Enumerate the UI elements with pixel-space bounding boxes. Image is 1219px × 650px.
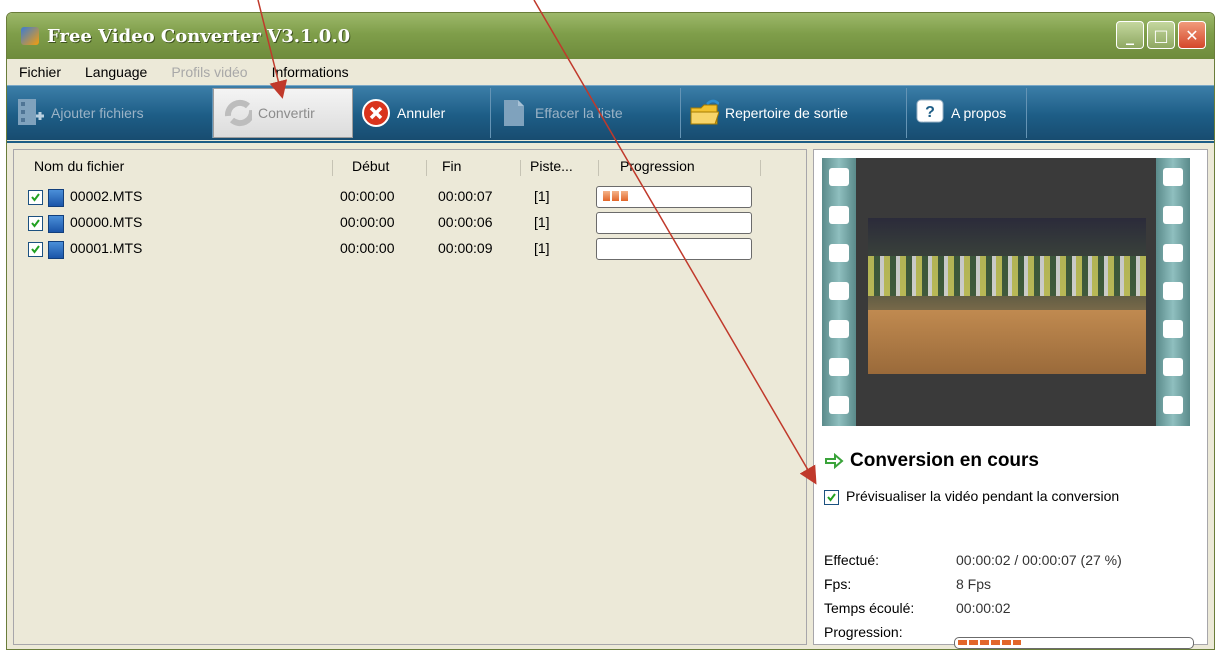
cancel-button[interactable]: Annuler [353,88,491,138]
preview-checkbox[interactable] [824,490,839,505]
progress-segment [603,191,610,201]
row-checkbox[interactable] [28,216,43,231]
video-file-icon [48,215,64,233]
row-start: 00:00:00 [340,214,395,230]
preview-option-label: Prévisualiser la vidéo pendant la conver… [846,488,1120,504]
video-frame [868,218,1146,374]
row-track: [1] [534,214,550,230]
status-heading: Conversion en cours [824,450,1039,472]
done-label: Effectué: [824,552,880,568]
main-content: Nom du fichier Début Fin Piste... Progre… [7,141,1214,649]
file-list: Nom du fichier Début Fin Piste... Progre… [13,149,807,645]
row-checkbox[interactable] [28,242,43,257]
menu-profils-video[interactable]: Profils vidéo [159,64,259,80]
cancel-label: Annuler [397,105,446,121]
output-folder-button[interactable]: Repertoire de sortie [681,88,907,138]
fps-value: 8 Fps [956,576,992,592]
menu-fichier[interactable]: Fichier [7,64,73,80]
about-label: A propos [951,105,1007,121]
convert-label: Convertir [258,105,315,121]
header-track[interactable]: Piste... [530,158,573,180]
menu-language[interactable]: Language [73,64,159,80]
add-files-button[interactable]: Ajouter fichiers [7,88,213,138]
video-file-icon [48,241,64,259]
progress-segment [612,191,619,201]
conversion-panel: Conversion en cours Prévisualiser la vid… [813,149,1208,649]
menu-bar: Fichier Language Profils vidéo Informati… [7,59,1214,85]
fps-label: Fps: [824,576,852,592]
row-track: [1] [534,188,550,204]
row-progress-bar [596,238,752,260]
row-filename: 00002.MTS [70,188,143,204]
row-track: [1] [534,240,550,256]
progress-segment [621,191,628,201]
status-title: Conversion en cours [850,450,1039,471]
convert-icon [222,98,252,128]
row-filename: 00000.MTS [70,214,143,230]
document-icon [499,98,529,128]
row-checkbox[interactable] [28,190,43,205]
cancel-icon [361,98,391,128]
video-preview [822,158,1190,426]
app-icon [21,27,39,45]
row-end: 00:00:07 [438,188,493,204]
clear-list-label: Effacer la liste [535,105,623,121]
row-end: 00:00:09 [438,240,493,256]
row-start: 00:00:00 [340,240,395,256]
row-progress-bar [596,212,752,234]
output-folder-label: Repertoire de sortie [725,105,848,121]
progress-label: Progression: [824,624,903,640]
convert-button[interactable]: Convertir [213,88,353,138]
elapsed-value: 00:00:02 [956,600,1011,616]
film-strip-left [822,158,856,426]
overall-progress-fill [958,640,1021,645]
folder-icon [689,98,719,128]
row-start: 00:00:00 [340,188,395,204]
header-end[interactable]: Fin [442,158,461,180]
header-progress[interactable]: Progression [620,158,695,180]
menu-informations[interactable]: Informations [260,64,361,80]
row-progress-bar [596,186,752,208]
row-filename: 00001.MTS [70,240,143,256]
header-filename[interactable]: Nom du fichier [34,158,124,180]
row-end: 00:00:06 [438,214,493,230]
app-window: Free Video Converter V3.1.0.0 _ □ ✕ Fich… [6,12,1215,650]
table-row[interactable]: 00000.MTS 00:00:00 00:00:06 [1] [14,212,774,236]
header-start[interactable]: Début [352,158,389,180]
minimize-button[interactable]: _ [1116,21,1144,49]
close-button[interactable]: ✕ [1178,21,1206,49]
toolbar: Ajouter fichiers Convertir Annuler Effac… [7,85,1214,140]
add-file-icon [15,98,45,128]
clear-list-button[interactable]: Effacer la liste [491,88,681,138]
title-bar: Free Video Converter V3.1.0.0 _ □ ✕ [7,13,1214,59]
help-icon: ? [915,98,945,128]
video-file-icon [48,189,64,207]
table-row[interactable]: 00001.MTS 00:00:00 00:00:09 [1] [14,238,774,262]
add-files-label: Ajouter fichiers [51,105,144,121]
done-value: 00:00:02 / 00:00:07 (27 %) [956,552,1122,568]
svg-text:?: ? [925,104,935,121]
maximize-button[interactable]: □ [1147,21,1175,49]
about-button[interactable]: ? A propos [907,88,1027,138]
window-title: Free Video Converter V3.1.0.0 [47,25,351,47]
table-row[interactable]: 00002.MTS 00:00:00 00:00:07 [1] [14,186,774,210]
film-strip-right [1156,158,1190,426]
arrow-right-icon [825,453,844,469]
elapsed-label: Temps écoulé: [824,600,915,616]
overall-progress-bar [954,637,1194,649]
